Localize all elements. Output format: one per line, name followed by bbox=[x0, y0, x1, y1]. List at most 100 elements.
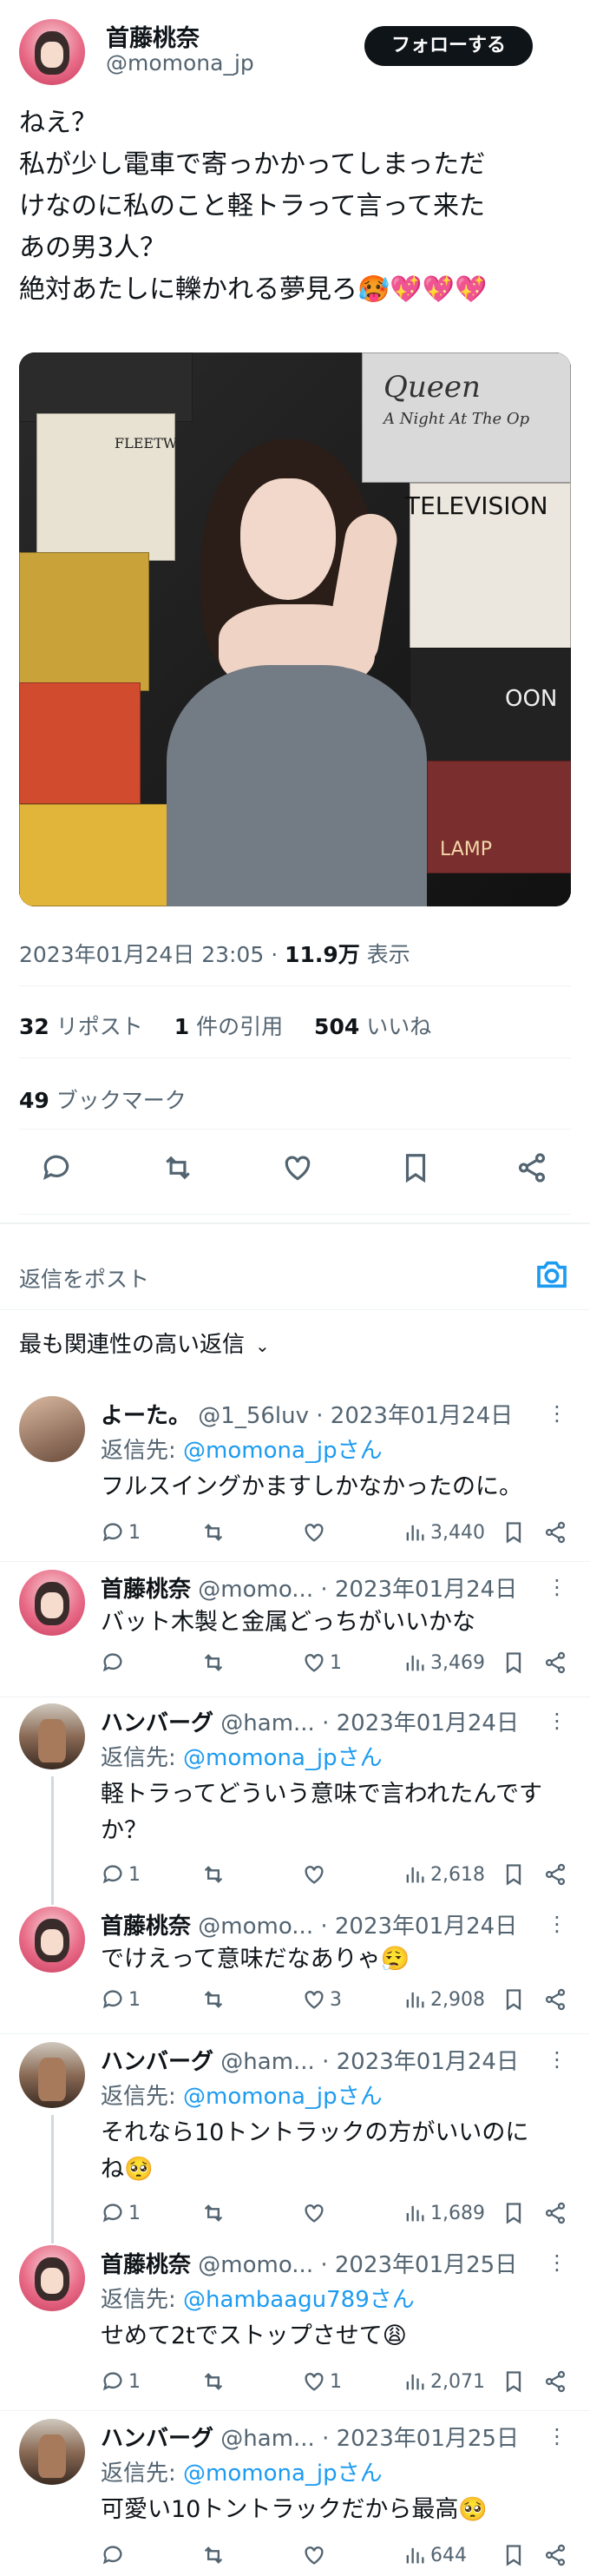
poster-text: A Night At The Op bbox=[384, 410, 530, 428]
more-icon[interactable]: ⋮ bbox=[547, 2250, 568, 2275]
more-icon[interactable]: ⋮ bbox=[547, 1709, 568, 1733]
reply-avatar[interactable] bbox=[19, 1907, 85, 1973]
bookmark-icon[interactable] bbox=[502, 1985, 526, 2014]
reply-author-name[interactable]: よーた。 bbox=[101, 1403, 191, 1429]
repost-icon[interactable] bbox=[201, 1860, 229, 1889]
reply-handle[interactable]: @ham... · 2023年01月24日 bbox=[220, 1710, 519, 1736]
reply-icon[interactable] bbox=[40, 1151, 78, 1189]
bookmark-icon[interactable] bbox=[502, 1518, 526, 1547]
views-icon[interactable]: 2,071 bbox=[403, 2367, 485, 2396]
author-handle[interactable]: @momona_jp bbox=[106, 50, 254, 76]
reply-to-link[interactable]: @hambaagu789さん bbox=[183, 2287, 415, 2313]
reply-avatar[interactable] bbox=[19, 1703, 85, 1769]
reply-actions: 644 bbox=[101, 2540, 569, 2570]
tweet-timestamp[interactable]: 2023年01月24日 23:05 bbox=[19, 942, 264, 967]
reply-avatar[interactable] bbox=[19, 1396, 85, 1462]
reply-icon[interactable] bbox=[101, 2540, 128, 2570]
reply-author-name[interactable]: ハンバーグ bbox=[101, 2049, 213, 2075]
repost-icon[interactable] bbox=[201, 1518, 229, 1547]
reply-handle[interactable]: @1_56luv · 2023年01月24日 bbox=[198, 1403, 513, 1429]
like-icon[interactable]: 1 bbox=[302, 2367, 342, 2396]
reply-text-line: それなら10トントラックの方がいいのに bbox=[101, 2119, 529, 2146]
reply-author-name[interactable]: ハンバーグ bbox=[101, 2426, 213, 2452]
reply-avatar[interactable] bbox=[19, 2245, 85, 2311]
like-icon[interactable] bbox=[302, 2198, 330, 2228]
reply-to-link[interactable]: @momona_jpさん bbox=[183, 1745, 383, 1771]
tweet-meta: 2023年01月24日 23:05 · 11.9万 表示 bbox=[19, 942, 410, 967]
tweet-photo[interactable]: Queen A Night At The Op TELEVISION FLEET… bbox=[19, 352, 571, 906]
reply-author-name[interactable]: 首藤桃奈 bbox=[101, 1577, 191, 1603]
tweet-text: ねえ？ 私が少し電車で寄っかかってしまっただ けなのに私のこと軽トラって言って来… bbox=[19, 102, 574, 311]
share-icon[interactable] bbox=[543, 2198, 567, 2228]
share-icon[interactable] bbox=[543, 1985, 567, 2014]
bookmark-icon[interactable] bbox=[502, 2540, 526, 2570]
reply-handle[interactable]: @ham... · 2023年01月25日 bbox=[220, 2426, 519, 2452]
reply-author-name[interactable]: 首藤桃奈 bbox=[101, 1914, 191, 1940]
views-icon[interactable]: 3,440 bbox=[403, 1518, 485, 1547]
author-name[interactable]: 首藤桃奈 bbox=[106, 19, 200, 53]
repost-icon[interactable] bbox=[201, 1648, 229, 1677]
repost-icon[interactable] bbox=[201, 1985, 229, 2014]
views-icon[interactable]: 2,618 bbox=[403, 1860, 485, 1889]
repost-icon[interactable] bbox=[161, 1151, 200, 1189]
bookmark-icon[interactable] bbox=[502, 1648, 526, 1677]
share-icon[interactable] bbox=[543, 2367, 567, 2396]
bookmark-icon[interactable] bbox=[502, 2198, 526, 2228]
reply-to-link[interactable]: @momona_jpさん bbox=[183, 2084, 383, 2110]
like-icon[interactable] bbox=[281, 1151, 319, 1189]
bookmark-icon[interactable] bbox=[502, 1860, 526, 1889]
reply-icon[interactable]: 1 bbox=[101, 1860, 141, 1889]
reply-icon[interactable]: 1 bbox=[101, 2198, 141, 2228]
repost-icon[interactable] bbox=[201, 2367, 229, 2396]
camera-icon[interactable] bbox=[534, 1257, 569, 1292]
like-icon[interactable] bbox=[302, 1518, 330, 1547]
repost-icon[interactable] bbox=[201, 2198, 229, 2228]
reply-handle[interactable]: @momo... · 2023年01月24日 bbox=[198, 1577, 517, 1603]
reply-to-link[interactable]: @momona_jpさん bbox=[183, 1438, 383, 1464]
reply-avatar[interactable] bbox=[19, 1570, 85, 1636]
share-icon[interactable] bbox=[515, 1151, 554, 1189]
reply-icon[interactable]: 1 bbox=[101, 1518, 141, 1547]
reply-to-link[interactable]: @momona_jpさん bbox=[183, 2461, 383, 2487]
reply-sort-dropdown[interactable]: 最も関連性の高い返信 ⌄ bbox=[19, 1327, 270, 1359]
share-icon[interactable] bbox=[543, 1860, 567, 1889]
more-icon[interactable]: ⋮ bbox=[547, 2424, 568, 2448]
quote-stat[interactable]: 1 件の引用 bbox=[174, 1014, 283, 1039]
reply-avatar[interactable] bbox=[19, 2419, 85, 2485]
reply-header: ハンバーグ @ham... · 2023年01月24日 bbox=[101, 1705, 552, 1737]
reply-avatar[interactable] bbox=[19, 2042, 85, 2108]
bookmark-icon[interactable] bbox=[399, 1151, 437, 1189]
views-icon[interactable]: 2,908 bbox=[403, 1985, 485, 2014]
reply-author-name[interactable]: ハンバーグ bbox=[101, 1710, 213, 1736]
share-icon[interactable] bbox=[543, 1518, 567, 1547]
views-icon[interactable]: 644 bbox=[403, 2540, 467, 2570]
more-icon[interactable]: ⋮ bbox=[547, 2047, 568, 2072]
share-icon[interactable] bbox=[543, 2540, 567, 2570]
repost-stat[interactable]: 32 リポスト bbox=[19, 1014, 143, 1039]
like-icon[interactable]: 3 bbox=[302, 1985, 342, 2014]
more-icon[interactable]: ⋮ bbox=[547, 1401, 568, 1426]
tweet-stats: 32 リポスト 1 件の引用 504 いいね bbox=[19, 1010, 456, 1041]
bookmark-stat[interactable]: 49 ブックマーク bbox=[19, 1084, 187, 1115]
author-avatar[interactable] bbox=[19, 19, 85, 85]
reply-icon[interactable] bbox=[101, 1648, 128, 1677]
share-icon[interactable] bbox=[543, 1648, 567, 1677]
like-icon[interactable] bbox=[302, 2540, 330, 2570]
reply-icon[interactable]: 1 bbox=[101, 2367, 141, 2396]
reply-handle[interactable]: @ham... · 2023年01月24日 bbox=[220, 2049, 519, 2075]
repost-icon[interactable] bbox=[201, 2540, 229, 2570]
views-icon[interactable]: 3,469 bbox=[403, 1648, 485, 1677]
follow-button[interactable]: フォローする bbox=[364, 26, 533, 66]
like-icon[interactable]: 1 bbox=[302, 1648, 342, 1677]
bookmark-icon[interactable] bbox=[502, 2367, 526, 2396]
like-icon[interactable] bbox=[302, 1860, 330, 1889]
more-icon[interactable]: ⋮ bbox=[547, 1912, 568, 1936]
reply-icon[interactable]: 1 bbox=[101, 1985, 141, 2014]
reply-input[interactable]: 返信をポスト bbox=[19, 1262, 149, 1294]
views-icon[interactable]: 1,689 bbox=[403, 2198, 485, 2228]
reply-handle[interactable]: @momo... · 2023年01月25日 bbox=[198, 2252, 517, 2278]
like-stat[interactable]: 504 いいね bbox=[314, 1014, 431, 1039]
reply-author-name[interactable]: 首藤桃奈 bbox=[101, 2252, 191, 2278]
more-icon[interactable]: ⋮ bbox=[547, 1575, 568, 1599]
reply-handle[interactable]: @momo... · 2023年01月24日 bbox=[198, 1914, 517, 1940]
